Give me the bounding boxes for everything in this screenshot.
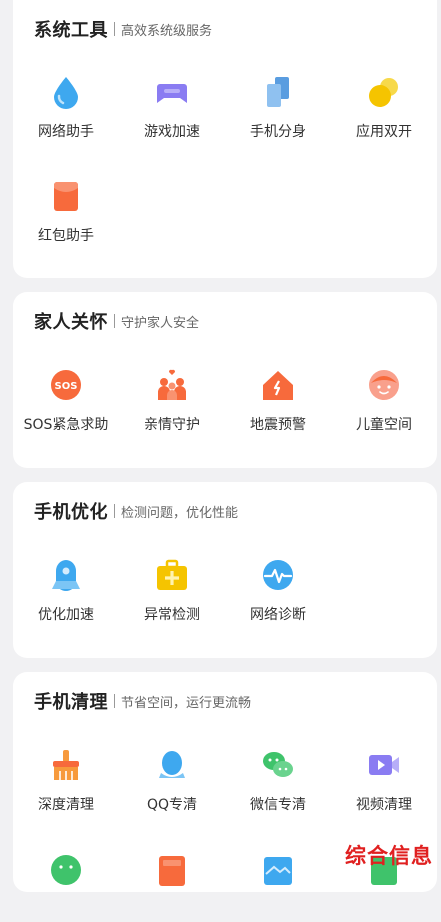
tile-label: 网络助手 <box>38 124 94 140</box>
divider <box>114 504 115 518</box>
section-header: 手机清理 节省空间，运行更流畅 <box>34 688 251 714</box>
tile-network-assistant[interactable]: 网络助手 <box>16 74 116 144</box>
section-title: 家人关怀 <box>34 312 108 333</box>
section-title: 手机清理 <box>34 692 108 713</box>
divider <box>114 314 115 328</box>
tile-dual-app[interactable]: 应用双开 <box>334 74 434 144</box>
tile-optimize-boost[interactable]: 优化加速 <box>16 557 116 627</box>
section-header: 手机优化 检测问题，优化性能 <box>34 498 238 524</box>
tile-game-boost[interactable]: 游戏加速 <box>122 74 222 144</box>
tile-network-diagnosis[interactable]: 网络诊断 <box>228 557 328 627</box>
tile-earthquake-warning[interactable]: 地震预警 <box>228 367 328 437</box>
phone-optimize-card: 手机优化 检测问题，优化性能 优化加速 异常检测 网络诊断 <box>13 482 437 658</box>
svg-text:SOS: SOS <box>55 381 78 392</box>
tile-label: 视频清理 <box>356 797 412 813</box>
tile-phone-clone[interactable]: 手机分身 <box>228 74 328 144</box>
system-tools-card: 系统工具 高效系统级服务 网络助手 游戏加速 手机分身 应用双开 红包助手 <box>13 0 437 278</box>
family-care-card: 家人关怀 守护家人安全 SOS SOS紧急求助 亲情守护 地震预警 儿童空间 <box>13 292 437 468</box>
tile-label: 亲情守护 <box>144 417 200 433</box>
tile-label: 游戏加速 <box>144 124 200 140</box>
section-title: 系统工具 <box>34 20 108 41</box>
tile-label: 儿童空间 <box>356 417 412 433</box>
tile-label: SOS紧急求助 <box>23 417 109 433</box>
section-header: 系统工具 高效系统级服务 <box>34 16 212 42</box>
tile-label: 红包助手 <box>38 228 94 244</box>
qq-icon <box>159 751 185 778</box>
section-subtitle: 节省空间，运行更流畅 <box>121 695 252 711</box>
section-subtitle: 检测问题，优化性能 <box>121 505 239 521</box>
tile-wechat-clean[interactable]: 微信专清 <box>228 747 328 817</box>
rocket-icon <box>52 560 80 591</box>
tile-sos[interactable]: SOS SOS紧急求助 <box>16 367 116 437</box>
watermark-text: 综合信息 <box>345 844 433 868</box>
network-pulse-icon <box>263 560 293 590</box>
smiley-icon <box>51 855 81 885</box>
apk-icon <box>159 856 185 886</box>
tile-label: 应用双开 <box>356 124 412 140</box>
broom-icon <box>53 750 79 780</box>
section-subtitle: 高效系统级服务 <box>121 23 213 39</box>
earthquake-icon <box>263 371 293 400</box>
red-envelope-icon <box>54 182 78 211</box>
tile-label: 地震预警 <box>250 417 306 433</box>
gamepad-icon <box>157 84 187 103</box>
divider <box>114 22 115 36</box>
tile-label: 网络诊断 <box>250 607 306 623</box>
section-subtitle: 守护家人安全 <box>121 315 200 331</box>
water-drop-icon <box>54 77 78 109</box>
tile-partial-1[interactable] <box>16 852 116 922</box>
tile-kids-space[interactable]: 儿童空间 <box>334 367 434 437</box>
sos-icon: SOS <box>51 370 81 400</box>
section-title: 手机优化 <box>34 502 108 523</box>
tile-label: 手机分身 <box>250 124 306 140</box>
tile-deep-clean[interactable]: 深度清理 <box>16 747 116 817</box>
tile-label: QQ专清 <box>146 797 198 813</box>
child-face-icon <box>369 370 399 400</box>
divider <box>114 694 115 708</box>
family-icon <box>158 369 186 400</box>
tile-qq-clean[interactable]: QQ专清 <box>122 747 222 817</box>
tile-red-packet[interactable]: 红包助手 <box>16 178 116 248</box>
tile-label: 优化加速 <box>38 607 94 623</box>
medical-kit-icon <box>157 559 187 590</box>
dual-app-icon <box>369 78 398 107</box>
video-icon <box>369 755 399 775</box>
dual-phone-icon <box>267 77 289 107</box>
tile-label: 深度清理 <box>38 797 94 813</box>
tile-label: 微信专清 <box>250 797 306 813</box>
tile-family-guard[interactable]: 亲情守护 <box>122 367 222 437</box>
tile-label: 异常检测 <box>144 607 200 623</box>
tile-partial-3[interactable] <box>228 852 328 922</box>
tile-anomaly-check[interactable]: 异常检测 <box>122 557 222 627</box>
wechat-icon <box>263 752 293 777</box>
section-header: 家人关怀 守护家人安全 <box>34 308 199 334</box>
tile-partial-2[interactable] <box>122 852 222 922</box>
tile-video-clean[interactable]: 视频清理 <box>334 747 434 817</box>
image-icon <box>264 857 292 885</box>
